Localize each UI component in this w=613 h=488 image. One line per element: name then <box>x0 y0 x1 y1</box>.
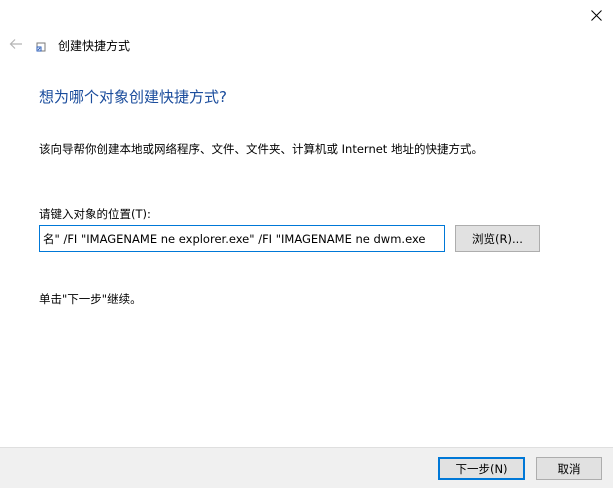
page-heading: 想为哪个对象创建快捷方式? <box>39 88 227 106</box>
create-shortcut-dialog: 创建快捷方式 想为哪个对象创建快捷方式? 该向导帮你创建本地或网络程序、文件、文… <box>0 0 613 488</box>
back-arrow-icon <box>9 39 22 49</box>
next-button[interactable]: 下一步(N) <box>438 457 525 480</box>
continue-instruction: 单击"下一步"继续。 <box>39 292 142 306</box>
window-title: 创建快捷方式 <box>58 39 131 53</box>
dialog-footer: 下一步(N) 取消 <box>0 447 613 488</box>
back-button[interactable] <box>6 34 26 54</box>
close-icon <box>590 9 602 21</box>
cancel-button[interactable]: 取消 <box>536 457 602 480</box>
wizard-description: 该向导帮你创建本地或网络程序、文件、文件夹、计算机或 Internet 地址的快… <box>39 142 483 156</box>
close-button[interactable] <box>579 0 613 30</box>
shortcut-icon <box>36 42 46 52</box>
location-input[interactable] <box>39 225 445 252</box>
browse-button[interactable]: 浏览(R)... <box>455 225 540 252</box>
location-label: 请键入对象的位置(T): <box>39 207 151 221</box>
